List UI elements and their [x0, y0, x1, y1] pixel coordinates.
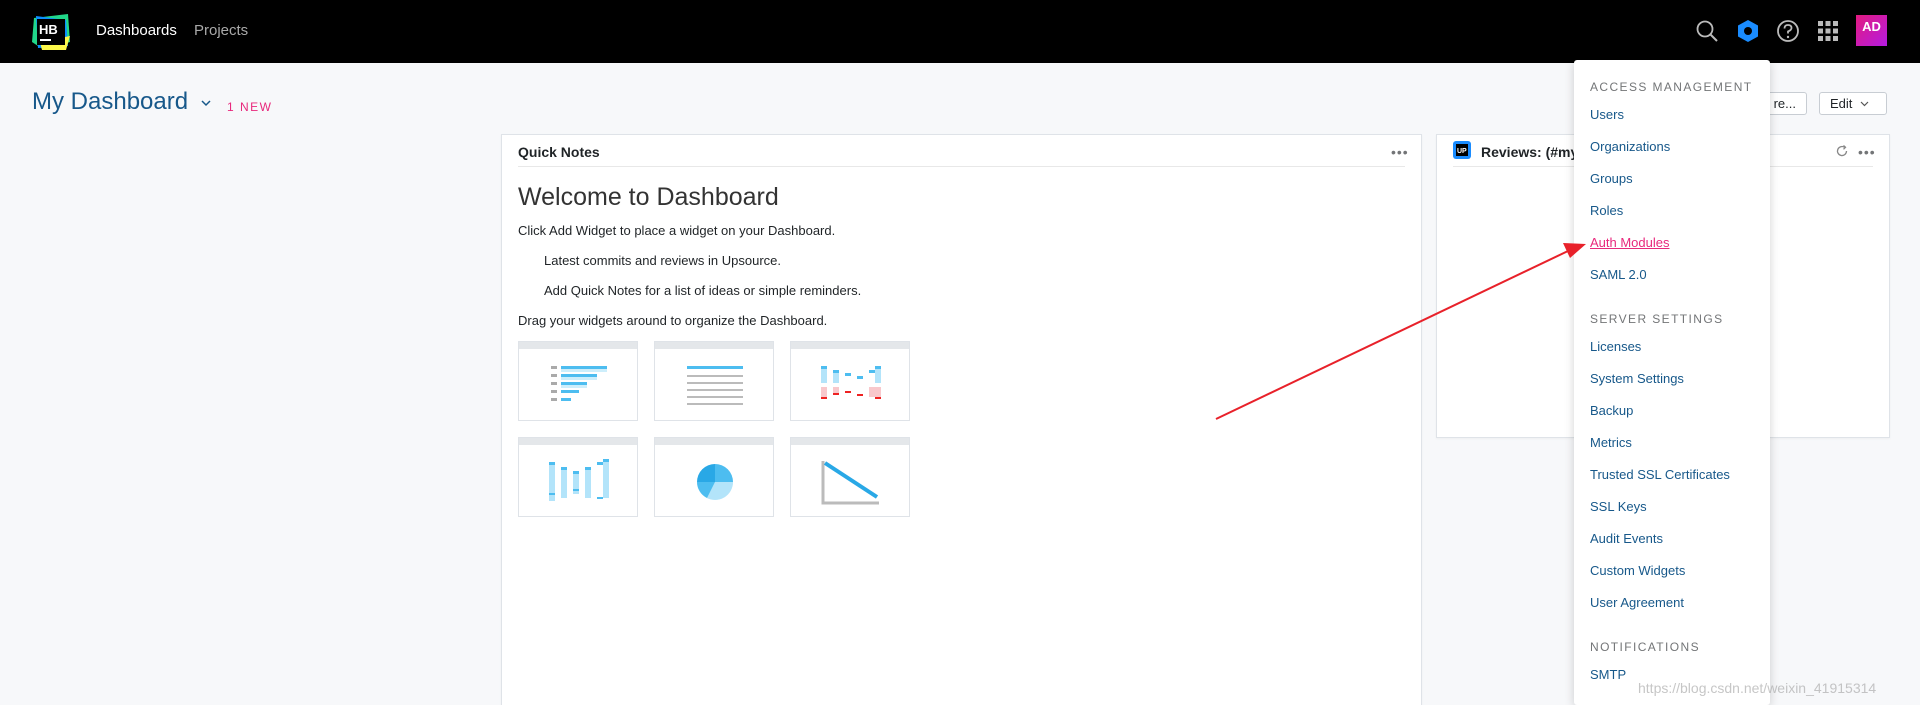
- note-line: Drag your widgets around to organize the…: [518, 313, 828, 328]
- widget-preview-tile[interactable]: [654, 341, 774, 421]
- logo-text: HB: [39, 22, 58, 37]
- menu-item-ssl-keys[interactable]: SSL Keys: [1590, 499, 1647, 514]
- widget-menu-icon[interactable]: •••: [1391, 145, 1409, 159]
- upsource-logo-icon: UP: [1453, 141, 1471, 159]
- hub-hexagon-icon[interactable]: [1735, 18, 1761, 44]
- search-icon[interactable]: [1694, 18, 1720, 44]
- admin-dropdown-menu: ACCESS MANAGEMENT Users Organizations Gr…: [1574, 60, 1770, 705]
- widget-preview-tile[interactable]: [518, 341, 638, 421]
- top-header: HB Dashboards Projects AD: [0, 0, 1920, 63]
- menu-item-groups[interactable]: Groups: [1590, 171, 1633, 186]
- menu-item-licenses[interactable]: Licenses: [1590, 339, 1641, 354]
- welcome-heading: Welcome to Dashboard: [518, 183, 779, 211]
- menu-item-users[interactable]: Users: [1590, 107, 1624, 122]
- dashboard-title[interactable]: My Dashboard: [32, 88, 188, 116]
- section-title-access-management: ACCESS MANAGEMENT: [1590, 80, 1753, 94]
- menu-item-saml[interactable]: SAML 2.0: [1590, 267, 1647, 282]
- quick-notes-title: Quick Notes: [518, 144, 600, 160]
- widget-preview-tile[interactable]: [518, 437, 638, 517]
- menu-item-user-agreement[interactable]: User Agreement: [1590, 595, 1684, 610]
- widget-preview-tile[interactable]: [790, 437, 910, 517]
- edit-button-label: Edit: [1830, 96, 1853, 111]
- hub-logo-icon[interactable]: HB: [30, 12, 72, 52]
- quick-notes-widget: Quick Notes ••• Welcome to Dashboard Cli…: [501, 134, 1422, 705]
- edit-button[interactable]: Edit: [1819, 92, 1887, 115]
- menu-item-audit-events[interactable]: Audit Events: [1590, 531, 1663, 546]
- menu-item-system-settings[interactable]: System Settings: [1590, 371, 1684, 386]
- line-chart-icon: [821, 461, 879, 505]
- menu-item-trusted-ssl-certificates[interactable]: Trusted SSL Certificates: [1590, 467, 1730, 482]
- reviews-title: Reviews: (#my: [1481, 144, 1579, 160]
- note-line: Add Quick Notes for a list of ideas or s…: [544, 283, 862, 298]
- avatar-initials: AD: [1862, 19, 1881, 34]
- menu-item-organizations[interactable]: Organizations: [1590, 139, 1670, 154]
- apps-grid-icon[interactable]: [1815, 18, 1841, 44]
- menu-item-roles[interactable]: Roles: [1590, 203, 1623, 218]
- menu-item-smtp[interactable]: SMTP: [1590, 667, 1626, 682]
- menu-item-metrics[interactable]: Metrics: [1590, 435, 1632, 450]
- note-line: Latest commits and reviews in Upsource.: [544, 253, 781, 268]
- note-line: Click Add Widget to place a widget on yo…: [518, 223, 836, 238]
- list-chart-icon: [551, 366, 607, 401]
- widget-menu-icon[interactable]: •••: [1858, 145, 1876, 159]
- nav-projects[interactable]: Projects: [194, 22, 248, 39]
- section-title-server-settings: SERVER SETTINGS: [1590, 312, 1724, 326]
- sprint-chart-icon: [821, 366, 881, 399]
- bar-chart-icon: [549, 459, 609, 501]
- new-badge[interactable]: 1 NEW: [227, 100, 273, 114]
- pie-chart-icon: [697, 464, 733, 500]
- chevron-down-icon[interactable]: [200, 97, 212, 109]
- section-title-notifications: NOTIFICATIONS: [1590, 640, 1700, 654]
- widget-preview-tile[interactable]: [654, 437, 774, 517]
- help-icon[interactable]: [1775, 18, 1801, 44]
- chevron-down-icon: [1860, 101, 1869, 107]
- menu-item-custom-widgets[interactable]: Custom Widgets: [1590, 563, 1685, 578]
- user-avatar[interactable]: AD: [1856, 15, 1887, 46]
- menu-item-backup[interactable]: Backup: [1590, 403, 1633, 418]
- text-lines-icon: [687, 366, 743, 405]
- watermark: https://blog.csdn.net/weixin_41915314: [1638, 680, 1877, 696]
- refresh-icon[interactable]: [1835, 144, 1849, 158]
- menu-item-auth-modules[interactable]: Auth Modules: [1590, 235, 1670, 250]
- nav-dashboards[interactable]: Dashboards: [96, 22, 177, 39]
- widget-divider: [518, 166, 1405, 167]
- svg-text:UP: UP: [1457, 148, 1467, 155]
- widget-preview-tile[interactable]: [790, 341, 910, 421]
